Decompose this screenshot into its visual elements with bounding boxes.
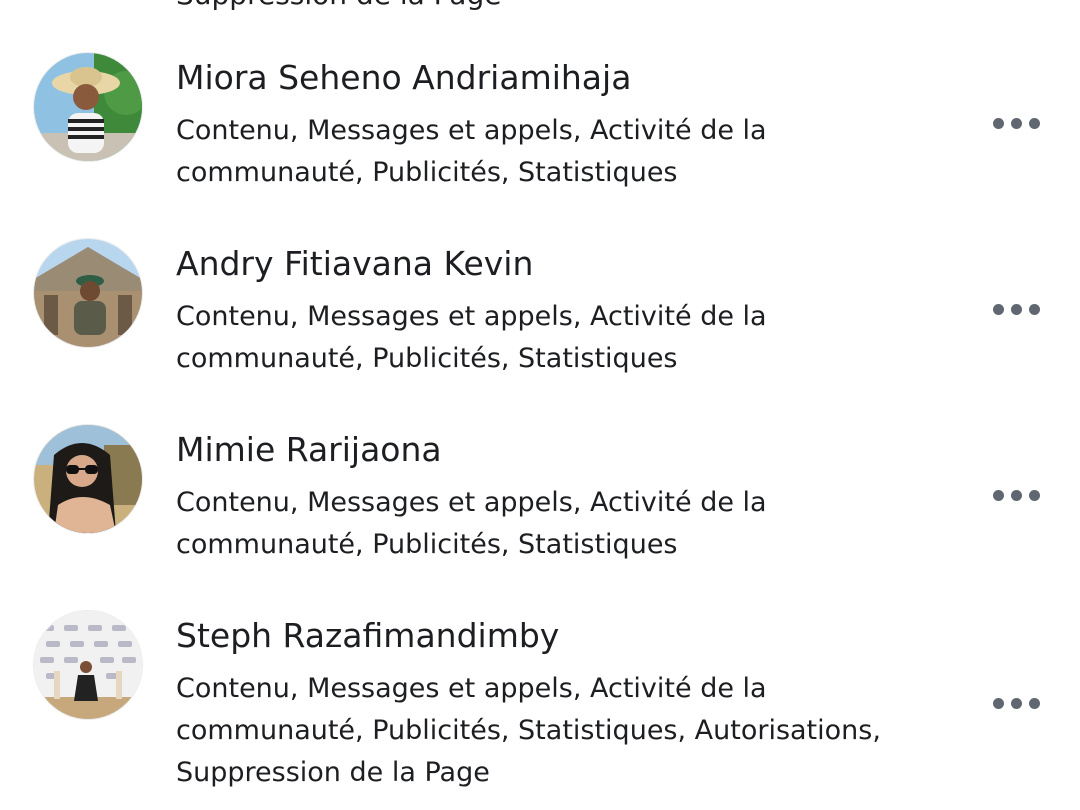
avatar[interactable] bbox=[34, 53, 142, 161]
admin-permissions: Contenu, Messages et appels, Activité de… bbox=[176, 301, 767, 374]
admin-name: Mimie Rarijaona bbox=[176, 430, 442, 469]
more-options-button[interactable] bbox=[984, 108, 1048, 138]
more-options-icon bbox=[992, 489, 1004, 501]
more-options-icon bbox=[992, 697, 1004, 709]
admin-name: Steph Razafimandimby bbox=[176, 616, 560, 655]
more-options-button[interactable] bbox=[984, 480, 1048, 510]
admin-permissions: Contenu, Messages et appels, Activité de… bbox=[176, 487, 767, 560]
person-photo-icon bbox=[34, 239, 142, 347]
avatar[interactable] bbox=[34, 611, 142, 719]
more-options-button[interactable] bbox=[984, 688, 1048, 718]
admin-name: Miora Seheno Andriamihaja bbox=[176, 58, 632, 97]
person-photo-icon bbox=[34, 611, 142, 719]
admin-permissions: Contenu, Messages et appels, Activité de… bbox=[176, 673, 881, 788]
more-options-icon bbox=[992, 117, 1004, 129]
more-options-button[interactable] bbox=[984, 294, 1048, 324]
person-photo-icon bbox=[34, 425, 142, 533]
admin-name: Andry Fitiavana Kevin bbox=[176, 244, 534, 283]
avatar[interactable] bbox=[34, 239, 142, 347]
more-options-icon bbox=[992, 303, 1004, 315]
previous-item-permissions-cutoff: Suppression de la Page bbox=[176, 0, 501, 12]
avatar[interactable] bbox=[34, 425, 142, 533]
admin-permissions: Contenu, Messages et appels, Activité de… bbox=[176, 115, 767, 188]
person-photo-icon bbox=[34, 53, 142, 161]
